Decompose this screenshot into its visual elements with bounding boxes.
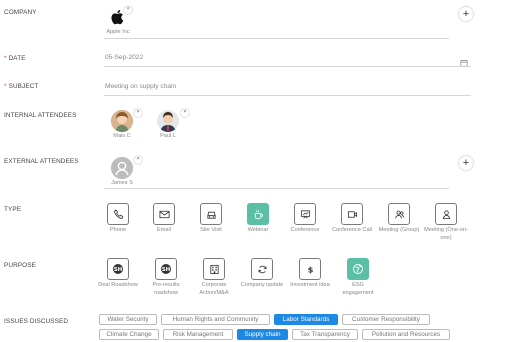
purpose-label: PURPOSE bbox=[4, 262, 36, 269]
remove-company-button[interactable]: × bbox=[124, 6, 132, 14]
type-option-meeting-group[interactable] bbox=[388, 203, 410, 225]
user-placeholder-icon bbox=[111, 157, 133, 179]
type-option-webinar[interactable] bbox=[247, 203, 269, 225]
email-icon bbox=[159, 210, 169, 218]
remove-attendee-button[interactable]: × bbox=[134, 109, 142, 117]
presentation-icon bbox=[300, 209, 310, 218]
type-option-site-visit[interactable] bbox=[200, 203, 222, 225]
plus-icon: + bbox=[462, 156, 470, 169]
car-icon bbox=[206, 211, 216, 219]
required-marker: * bbox=[4, 83, 7, 90]
add-external-attendee-button[interactable]: + bbox=[459, 156, 473, 170]
avatar-mais-c bbox=[111, 110, 133, 132]
roadshow-icon: SH bbox=[161, 264, 171, 274]
issue-tag-tax-transparency[interactable]: Tax Transparency bbox=[292, 329, 358, 340]
video-icon bbox=[347, 210, 357, 218]
issue-tag-pollution-and-resources[interactable]: Pollution and Resources bbox=[362, 329, 450, 340]
issue-tag-climate-change[interactable]: Climate Change bbox=[99, 329, 159, 340]
person-icon bbox=[442, 209, 450, 219]
coffee-icon bbox=[254, 209, 263, 219]
svg-text:SH: SH bbox=[114, 267, 123, 273]
external-attendees-underline bbox=[104, 188, 449, 189]
purpose-caption: ESG engagement bbox=[342, 282, 374, 296]
svg-text:$: $ bbox=[307, 264, 313, 274]
company-label: COMPANY bbox=[4, 9, 37, 16]
type-caption: Meeting (Group) bbox=[378, 227, 420, 233]
calendar-icon[interactable] bbox=[460, 54, 468, 67]
type-caption: Meeting (One-on-one) bbox=[424, 227, 468, 241]
refresh-icon bbox=[258, 265, 266, 273]
avatar-james-s bbox=[111, 157, 133, 179]
purpose-option-company-update[interactable] bbox=[251, 258, 273, 280]
date-underline bbox=[104, 66, 471, 67]
purpose-caption: Investment idea bbox=[290, 282, 330, 288]
external-attendees-label: EXTERNAL ATTENDEES bbox=[4, 158, 79, 165]
svg-text:SH: SH bbox=[162, 267, 171, 273]
attendee-name: Mais C bbox=[113, 133, 131, 139]
issue-tag-supply-chain[interactable]: Supply chain bbox=[237, 329, 288, 340]
issue-tag-risk-management[interactable]: Risk Management bbox=[163, 329, 233, 340]
remove-attendee-button[interactable]: × bbox=[134, 156, 142, 164]
purpose-option-corporate-action[interactable] bbox=[203, 258, 225, 280]
type-option-phone[interactable] bbox=[107, 203, 129, 225]
purpose-caption: Company update bbox=[240, 282, 284, 288]
type-caption: Conference Call bbox=[331, 227, 373, 233]
avatar-paul-l bbox=[157, 110, 179, 132]
type-option-conference-call[interactable] bbox=[341, 203, 363, 225]
purpose-caption: Deal Roadshow bbox=[98, 282, 138, 288]
issues-label: ISSUES DISCUSSED bbox=[4, 318, 69, 325]
phone-icon bbox=[113, 208, 123, 219]
purpose-option-investment-idea[interactable]: $ bbox=[299, 258, 321, 280]
subject-input[interactable]: Meeting on supply chain bbox=[105, 83, 176, 90]
type-caption: Email bbox=[157, 227, 171, 233]
person-photo-icon bbox=[157, 110, 179, 132]
plus-icon: + bbox=[462, 7, 470, 20]
company-underline bbox=[104, 38, 449, 39]
required-marker: * bbox=[4, 55, 7, 62]
purpose-caption: Pre-results roadshow bbox=[152, 282, 180, 296]
date-label: * DATE bbox=[4, 55, 26, 62]
roadshow-icon: SH bbox=[113, 264, 123, 274]
building-icon bbox=[209, 264, 219, 274]
subject-underline bbox=[104, 95, 471, 96]
internal-attendees-label: INTERNAL ATTENDEES bbox=[4, 112, 77, 119]
remove-attendee-button[interactable]: × bbox=[181, 109, 189, 117]
attendee-name: James S bbox=[111, 180, 133, 186]
attendee-name: Paul L bbox=[160, 133, 176, 139]
type-option-meeting-one-on-one[interactable] bbox=[435, 203, 457, 225]
type-caption: Phone bbox=[109, 227, 127, 233]
type-option-email[interactable] bbox=[153, 203, 175, 225]
issue-tag-water-security[interactable]: Water Security bbox=[99, 314, 157, 325]
subject-label: * SUBJECT bbox=[4, 83, 39, 90]
date-input[interactable]: 05-Sep-2022 bbox=[105, 54, 143, 61]
issue-tag-customer-responsibility[interactable]: Customer Responsibility bbox=[342, 314, 430, 325]
purpose-option-deal-roadshow[interactable]: SH bbox=[107, 258, 129, 280]
person-photo-icon bbox=[111, 110, 133, 132]
type-caption: Conference bbox=[290, 227, 320, 233]
dollar-icon: $ bbox=[307, 264, 313, 274]
type-label: TYPE bbox=[4, 206, 22, 213]
purpose-option-pre-results-roadshow[interactable]: SH bbox=[155, 258, 177, 280]
type-option-conference[interactable] bbox=[294, 203, 316, 225]
purpose-caption: Corporate Action/M&A bbox=[199, 282, 229, 296]
type-caption: Webinar bbox=[247, 227, 269, 233]
purpose-option-esg-engagement[interactable] bbox=[347, 258, 369, 280]
globe-icon bbox=[353, 264, 363, 274]
company-name: Apple Inc bbox=[106, 29, 130, 35]
group-icon bbox=[394, 210, 404, 218]
add-company-button[interactable]: + bbox=[459, 7, 473, 21]
issue-tag-labor-standards[interactable]: Labor Standards bbox=[274, 314, 338, 325]
type-caption: Site Visit bbox=[200, 227, 222, 233]
issue-tag-human-rights[interactable]: Human Rights and Community bbox=[161, 314, 270, 325]
